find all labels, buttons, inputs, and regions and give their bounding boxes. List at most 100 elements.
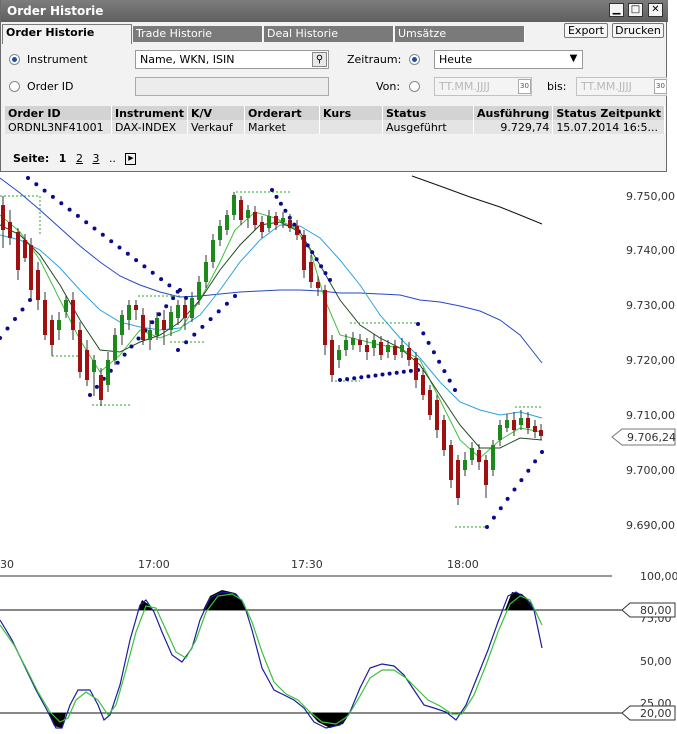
maximize-icon[interactable]: □ <box>628 3 643 17</box>
pager-ellipsis: .. <box>108 152 116 165</box>
candle-body <box>407 348 411 360</box>
candle-body <box>218 226 222 240</box>
column-header[interactable]: Instrument <box>111 106 188 120</box>
print-button[interactable]: Drucken <box>612 23 664 38</box>
sar-dot <box>416 322 420 326</box>
close-icon[interactable]: ✕ <box>648 3 663 17</box>
instrument-input[interactable]: Name, WKN, ISIN <box>135 50 329 69</box>
sar-dot <box>150 270 155 275</box>
price-tick-label: 9.750,00 <box>626 190 675 203</box>
column-header[interactable]: Kurs <box>319 106 383 120</box>
tab-order-historie[interactable]: Order Historie <box>2 24 132 44</box>
tab-umsaetze[interactable]: Umsätze <box>395 26 525 42</box>
column-header[interactable]: Order ID <box>5 106 112 120</box>
zeitraum-radio[interactable] <box>409 54 420 65</box>
sar-dot <box>13 317 17 321</box>
tab-deal-historie[interactable]: Deal Historie <box>264 26 394 42</box>
zeitraum-select[interactable]: Heute <box>434 50 583 69</box>
sar-dot <box>0 336 2 340</box>
sar-dot <box>274 194 279 199</box>
sar-dot <box>526 468 531 473</box>
candle-body <box>463 460 467 470</box>
minimize-icon[interactable]: ▁ <box>609 3 624 17</box>
orderid-input[interactable] <box>135 77 329 96</box>
page-link-2[interactable]: 2 <box>76 152 83 165</box>
von-radio[interactable] <box>409 81 420 92</box>
sar-dot <box>270 188 274 192</box>
candle-body <box>358 340 362 345</box>
sar-dot <box>88 393 92 397</box>
sar-dot <box>310 250 315 255</box>
sar-dot <box>122 352 127 357</box>
sar-dot <box>233 294 237 298</box>
window-titlebar[interactable]: Order Historie ▁ □ ✕ <box>1 0 668 22</box>
orderid-radio[interactable] <box>9 81 20 92</box>
sar-dot <box>115 360 120 365</box>
sar-dot <box>278 201 283 206</box>
time-tick-label: 30 <box>0 558 14 571</box>
page-link-3[interactable]: 3 <box>92 152 99 165</box>
sar-dot <box>431 350 436 355</box>
candle-body <box>351 338 355 345</box>
search-icon[interactable]: ⚲ <box>312 52 327 67</box>
candle-body <box>106 360 110 385</box>
candle-body <box>113 335 117 360</box>
sar-dot <box>42 188 47 193</box>
candle-body <box>260 222 264 232</box>
sar-dot <box>401 369 406 374</box>
candle-body <box>134 305 138 310</box>
sar-dot <box>387 371 392 376</box>
candle-body <box>428 390 432 415</box>
price-tick-label: 9.730,00 <box>626 299 675 312</box>
calendar-icon[interactable]: 30 <box>654 79 667 94</box>
column-header[interactable]: Status Zeitpunkt <box>552 106 665 120</box>
column-header[interactable]: Status <box>382 106 474 120</box>
table-cell: Market <box>244 120 320 134</box>
instrument-radio[interactable] <box>9 54 20 65</box>
candle-body <box>281 218 285 222</box>
page-link-1[interactable]: 1 <box>59 152 67 165</box>
candle-body <box>316 282 320 288</box>
sar-dot <box>184 340 189 345</box>
candle-body <box>85 350 89 380</box>
chevron-down-icon[interactable]: ▼ <box>566 52 581 67</box>
zeitraum-label: Zeitraum: <box>347 53 402 66</box>
calendar-icon[interactable]: 30 <box>518 79 531 94</box>
sar-dot <box>129 344 134 349</box>
candle-body <box>78 330 82 372</box>
candle-body <box>176 305 180 318</box>
table-row[interactable]: ORDNL3NF41001 DAX-INDEX Verkauf Market A… <box>5 120 665 134</box>
candle-body <box>120 315 124 335</box>
candle-body <box>323 290 327 345</box>
candle-body <box>442 420 446 450</box>
sar-dot <box>67 207 72 212</box>
next-page-icon[interactable]: ▶ <box>125 153 137 165</box>
candle-body <box>491 445 495 470</box>
sar-dot <box>519 478 524 483</box>
column-header[interactable]: Orderart <box>244 106 320 120</box>
column-header[interactable]: K/V <box>187 106 245 120</box>
sar-dot <box>59 201 64 206</box>
sar-dot <box>117 245 122 250</box>
sar-dot <box>366 374 371 379</box>
sar-dot <box>345 377 350 382</box>
export-button[interactable]: Export <box>564 23 608 38</box>
time-tick-label: 18:00 <box>447 558 479 571</box>
candle-body <box>1 205 5 230</box>
sar-dot <box>109 239 114 244</box>
candle-body <box>512 420 516 430</box>
column-header[interactable]: Ausführung <box>473 106 554 120</box>
tab-trade-historie[interactable]: Trade Historie <box>133 26 263 42</box>
sar-dot <box>178 288 182 292</box>
sar-dot <box>426 340 431 345</box>
candle-body <box>337 350 341 360</box>
svg-text:80,00: 80,00 <box>640 604 672 617</box>
candle-body <box>274 216 278 225</box>
candle-body <box>36 270 40 300</box>
sar-dot <box>208 317 213 322</box>
orderid-label: Order ID <box>27 80 74 93</box>
pagination: Seite: 1 2 3 .. ▶ <box>13 152 142 165</box>
candle-body <box>365 345 369 352</box>
sar-dot <box>125 251 130 256</box>
sar-dot <box>159 277 164 282</box>
